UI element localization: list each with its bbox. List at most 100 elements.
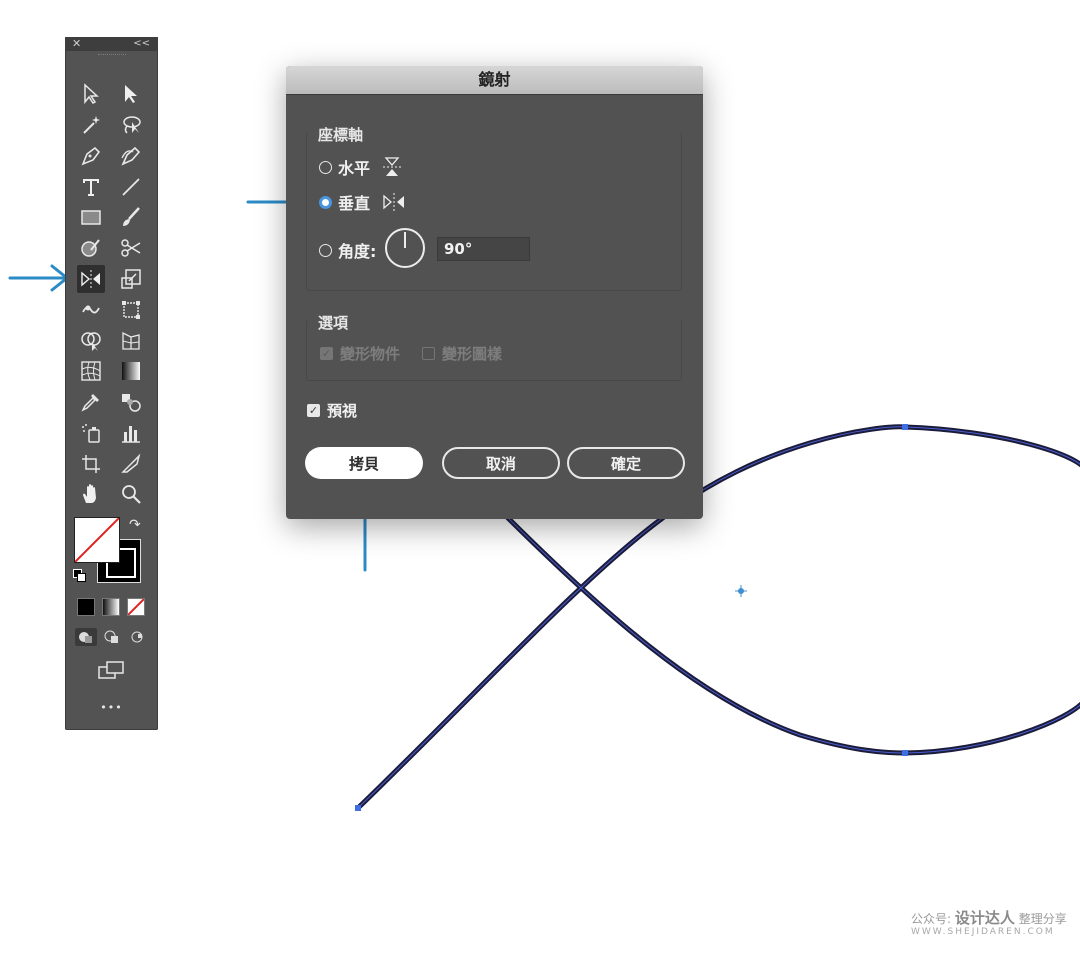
- watermark-brand-name: 设计达人: [954, 909, 1015, 927]
- draw-inside-icon[interactable]: [127, 628, 149, 646]
- reflect-tool[interactable]: [77, 265, 105, 293]
- slice-icon: [121, 453, 141, 473]
- default-fill-stroke-icon[interactable]: [73, 569, 86, 582]
- vertical-axis-icon: [383, 193, 405, 211]
- rectangle-tool[interactable]: [77, 203, 105, 231]
- none-mode-button[interactable]: [127, 598, 145, 616]
- perspective-grid-tool[interactable]: [117, 327, 145, 355]
- warp-icon: [82, 305, 100, 314]
- vertical-label[interactable]: 垂直: [338, 190, 370, 214]
- line-icon: [122, 178, 140, 196]
- eyedropper-tool[interactable]: [77, 388, 105, 416]
- free-transform-icon: [122, 301, 140, 319]
- type-tool[interactable]: [77, 173, 105, 201]
- reflect-origin-point[interactable]: [735, 585, 747, 597]
- curvature-tool[interactable]: [117, 142, 145, 170]
- vertical-radio[interactable]: [319, 195, 332, 209]
- selection-tool[interactable]: [77, 80, 105, 108]
- transform-objects-checkbox: ✓: [320, 347, 333, 360]
- transform-patterns-checkbox: [422, 347, 435, 360]
- magic-wand-icon: [83, 116, 100, 134]
- color-mode-button[interactable]: [77, 598, 95, 616]
- horizontal-option[interactable]: 水平: [319, 155, 402, 179]
- horizontal-radio[interactable]: [319, 160, 332, 174]
- magic-wand-tool[interactable]: [77, 111, 105, 139]
- type-icon: [83, 179, 99, 196]
- scale-tool[interactable]: [117, 265, 145, 293]
- annotation-arrow-toolbar: [8, 264, 70, 292]
- preview-option[interactable]: ✓ 預視: [307, 400, 357, 421]
- zoom-tool[interactable]: [117, 480, 145, 508]
- perspective-grid-icon: [122, 331, 140, 350]
- lasso-tool[interactable]: [117, 111, 145, 139]
- angle-label[interactable]: 角度:: [338, 238, 376, 262]
- shaper-tool[interactable]: [77, 234, 105, 262]
- symbol-sprayer-tool[interactable]: [77, 419, 105, 447]
- draw-behind-icon[interactable]: [101, 628, 123, 646]
- anchor-point-top[interactable]: [902, 424, 908, 430]
- copy-button[interactable]: 拷貝: [305, 447, 423, 479]
- warp-tool[interactable]: [77, 296, 105, 324]
- reflect-dialog: 鏡射 座標軸 水平 垂直 角度: 90° 選項 ✓ 變形物件 變形圖樣 ✓ 預視…: [286, 66, 703, 519]
- scissors-icon: [121, 239, 141, 257]
- draw-normal-icon[interactable]: [75, 628, 97, 646]
- angle-radio[interactable]: [319, 243, 332, 257]
- gradient-tool[interactable]: [117, 357, 145, 385]
- gradient-mode-button[interactable]: [102, 598, 120, 616]
- brush-icon: [123, 207, 140, 226]
- watermark-url: WWW.SHEJIDAREN.COM: [911, 927, 1055, 937]
- panel-grip[interactable]: [65, 51, 158, 59]
- preview-label[interactable]: 預視: [327, 400, 357, 421]
- dialog-title[interactable]: 鏡射: [286, 66, 703, 95]
- rectangle-icon: [81, 210, 101, 225]
- pen-tool[interactable]: [77, 142, 105, 170]
- watermark-brand: 公众号: 设计达人 整理分享: [911, 907, 1067, 928]
- swap-fill-stroke-icon[interactable]: ↷: [129, 517, 141, 533]
- artboard-tool[interactable]: [77, 450, 105, 478]
- gradient-icon: [122, 362, 140, 380]
- artboard-icon: [82, 455, 100, 473]
- paintbrush-tool[interactable]: [117, 203, 145, 231]
- tools-panel-header[interactable]: ✕ <<: [65, 37, 158, 51]
- symbol-sprayer-icon: [82, 424, 100, 443]
- ok-button[interactable]: 確定: [567, 447, 685, 479]
- edit-toolbar-button[interactable]: •••: [65, 701, 158, 714]
- angle-option[interactable]: 角度:: [319, 238, 376, 262]
- mesh-tool[interactable]: [77, 357, 105, 385]
- slice-tool[interactable]: [117, 450, 145, 478]
- curvature-pen-icon: [121, 146, 141, 166]
- angle-input[interactable]: 90°: [437, 237, 530, 261]
- arrow-outline-icon: [84, 83, 99, 105]
- fill-swatch[interactable]: [74, 517, 120, 563]
- collapse-icon[interactable]: <<: [133, 37, 150, 51]
- transform-objects-option: ✓ 變形物件: [320, 343, 400, 364]
- column-graph-tool[interactable]: [117, 419, 145, 447]
- angle-dial[interactable]: [385, 228, 425, 268]
- preview-checkbox[interactable]: ✓: [307, 404, 320, 417]
- direct-selection-tool[interactable]: [117, 80, 145, 108]
- anchor-point-bottom[interactable]: [902, 750, 908, 756]
- blend-tool[interactable]: [117, 388, 145, 416]
- anchor-point-end[interactable]: [355, 805, 361, 811]
- blend-icon: [122, 394, 141, 412]
- line-segment-tool[interactable]: [117, 173, 145, 201]
- shape-builder-icon: [81, 332, 101, 351]
- shape-builder-tool[interactable]: [77, 327, 105, 355]
- vertical-option[interactable]: 垂直: [319, 190, 406, 214]
- transform-objects-label: 變形物件: [340, 345, 401, 363]
- mesh-icon: [81, 361, 101, 381]
- free-transform-tool[interactable]: [117, 296, 145, 324]
- shaper-icon: [81, 239, 100, 257]
- tools-panel: ✕ << ↷ •••: [65, 37, 158, 730]
- transform-patterns-option: 變形圖樣: [422, 343, 502, 364]
- hand-tool[interactable]: [77, 480, 105, 508]
- hand-icon: [83, 484, 96, 503]
- cancel-button[interactable]: 取消: [442, 447, 560, 479]
- pen-icon: [81, 146, 101, 166]
- reflect-icon: [81, 270, 100, 288]
- close-icon[interactable]: ✕: [72, 37, 81, 51]
- screen-mode-icon[interactable]: [97, 659, 127, 681]
- scale-icon: [121, 269, 141, 289]
- scissors-tool[interactable]: [117, 234, 145, 262]
- horizontal-label[interactable]: 水平: [338, 155, 370, 179]
